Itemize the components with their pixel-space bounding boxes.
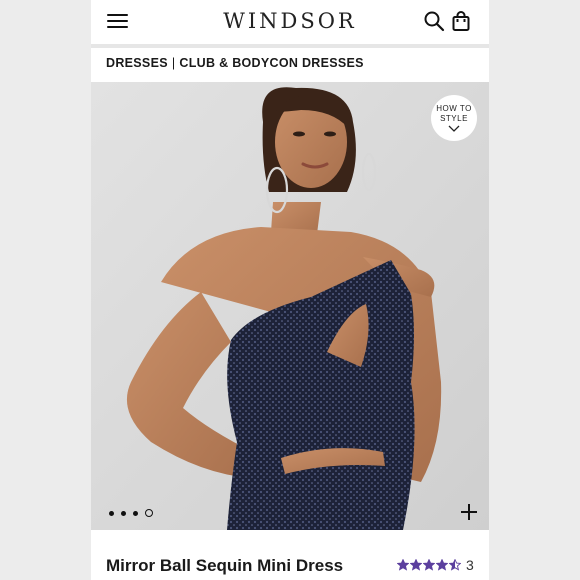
- how-to-style-button[interactable]: HOW TO STYLE: [431, 95, 477, 141]
- carousel-dot-3[interactable]: [133, 510, 138, 516]
- top-nav-bar: WINDSOR: [91, 0, 489, 44]
- breadcrumb-item-club-bodycon[interactable]: CLUB & BODYCON DRESSES: [179, 56, 363, 70]
- star-full-icon: [397, 559, 409, 571]
- chevron-down-icon: [448, 125, 460, 132]
- plus-icon[interactable]: [459, 502, 479, 522]
- search-icon[interactable]: [422, 9, 446, 33]
- how-to-style-label-1: HOW TO: [436, 104, 472, 113]
- product-rating[interactable]: 3: [397, 557, 474, 573]
- breadcrumb-item-dresses[interactable]: DRESSES: [106, 56, 168, 70]
- star-full-icon: [436, 559, 448, 571]
- carousel-dot-4-active[interactable]: [145, 509, 153, 517]
- carousel-dot-1[interactable]: [109, 510, 114, 516]
- carousel-dot-2[interactable]: [121, 510, 126, 516]
- header-divider: [91, 44, 489, 48]
- carousel-indicators: [109, 509, 153, 517]
- star-full-icon: [410, 559, 422, 571]
- how-to-style-label-2: STYLE: [440, 114, 468, 123]
- star-full-icon: [423, 559, 435, 571]
- star-half-icon: [449, 559, 461, 571]
- breadcrumb: DRESSES | CLUB & BODYCON DRESSES: [106, 56, 364, 70]
- star-rating: [397, 559, 461, 571]
- breadcrumb-separator: |: [171, 56, 176, 70]
- app-frame: WINDSOR DRESSES|CLUB & BODYCON DRESSES: [91, 0, 489, 580]
- product-photo: [91, 82, 489, 530]
- product-image-carousel[interactable]: HOW TO STYLE: [91, 82, 489, 530]
- review-count: 3: [466, 557, 474, 573]
- shopping-bag-icon[interactable]: [449, 9, 473, 33]
- product-title: Mirror Ball Sequin Mini Dress: [106, 556, 344, 575]
